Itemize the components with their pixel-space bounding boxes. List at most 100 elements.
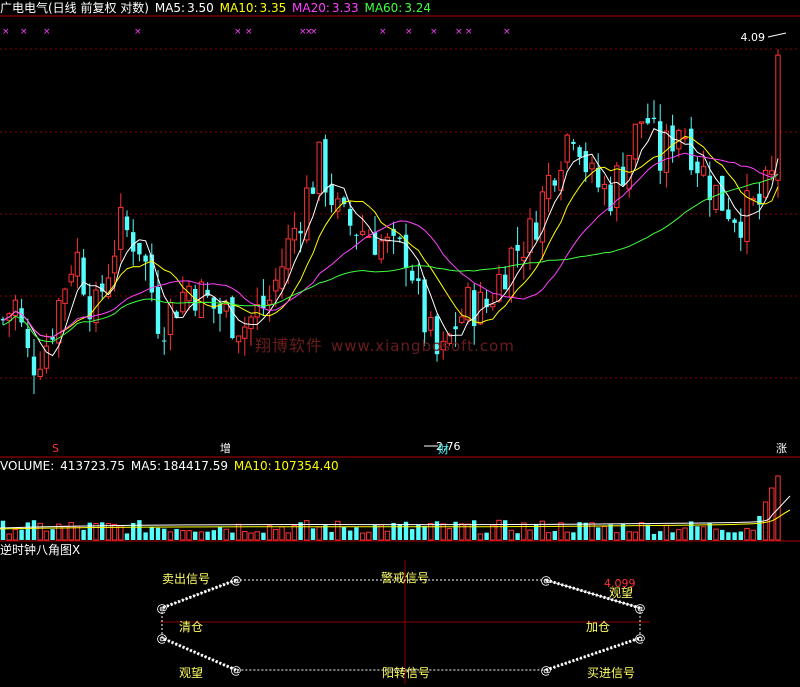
candle-body-64 — [397, 237, 402, 239]
candle-body-50 — [310, 187, 316, 194]
volume-bar-110 — [682, 527, 688, 541]
candle-body-38 — [235, 335, 242, 343]
volume-bar-39 — [242, 531, 248, 541]
candle-body-94 — [583, 151, 588, 173]
volume-bar-63 — [391, 522, 396, 540]
indicator-value: 4.099 — [604, 577, 636, 590]
candle-body-86 — [534, 222, 539, 240]
volume-bar-121 — [750, 529, 756, 541]
signal-mark-2: × — [43, 27, 51, 37]
indicator-panel[interactable]: @ @ @ @ @ @ @ @ 逆时钟八角图X 卖出信号 警戒信号 观望 4.099 清仓 加… — [0, 542, 800, 684]
candle-body-75 — [465, 286, 471, 321]
candle-body-65 — [403, 234, 409, 268]
ma60-value: 3.24 — [404, 1, 432, 15]
event-marker-s: S — [52, 442, 59, 455]
volume-bar-99 — [614, 532, 620, 541]
price-panel[interactable]: × × × × × × × × × × × × × × × 4.09 2.76 S 增财涨 广电电气(日线 前复权 … — [0, 0, 800, 458]
candle-body-80 — [496, 273, 502, 302]
volume-bar-47 — [291, 525, 298, 541]
candle-body-42 — [261, 295, 266, 309]
candle-body-102 — [632, 123, 639, 160]
volume-bar-114 — [707, 523, 712, 540]
candle-body-73 — [453, 326, 458, 330]
candle-body-29 — [180, 291, 186, 313]
signal-mark-11: × — [430, 27, 438, 37]
candle-body-88 — [545, 174, 552, 200]
watch-bottom-label: 观望 — [179, 666, 204, 680]
price-chart[interactable]: × × × × × × ××× × × × × × × 4.092.76S 增财涨 — [0, 0, 800, 458]
ma5-label: MA5: — [154, 1, 186, 15]
volume-bar-14 — [87, 522, 92, 540]
volume-bar-84 — [521, 522, 527, 541]
volume-ma5-value: 184417.59 — [163, 459, 229, 473]
candle-body-74 — [459, 316, 465, 323]
volume-bar-88 — [545, 532, 552, 541]
volume-bar-40 — [248, 532, 254, 541]
volume-bar-26 — [162, 528, 167, 540]
volume-bar-92 — [571, 532, 576, 540]
candle-body-37 — [230, 297, 235, 339]
candle-body-45 — [279, 266, 285, 289]
candle-body-124 — [769, 170, 775, 175]
candle-body-13 — [81, 257, 86, 295]
signal-mark-0: × — [2, 27, 10, 37]
octagon-node-3: @ — [635, 632, 646, 645]
signal-mark-3: × — [134, 27, 142, 37]
candle-body-106 — [658, 121, 663, 171]
volume-bar-7 — [43, 530, 50, 541]
ma60-line — [2, 173, 779, 343]
volume-bar-30 — [186, 530, 192, 541]
octagon-diagram: @ @ @ @ @ @ @ @ — [157, 560, 650, 684]
volume-bar-108 — [670, 532, 675, 540]
ma10-label: MA10: — [219, 1, 258, 15]
volume-bar-86 — [534, 524, 539, 540]
watermark-cn: 翔博软件 — [255, 336, 324, 355]
octagon-node-0: @ — [231, 574, 242, 587]
volume-bar-6 — [37, 522, 43, 541]
octagon-outline — [161, 579, 641, 671]
candle-body-81 — [503, 274, 508, 290]
candle-body-40 — [248, 316, 254, 330]
ma10-value: 3.35 — [259, 1, 287, 15]
price-title: 广电电气(日线 前复权 对数) — [0, 1, 149, 15]
candle-body-23 — [143, 255, 148, 262]
candle-body-21 — [131, 232, 136, 252]
volume-bar-101 — [626, 531, 632, 541]
candle-body-52 — [323, 139, 328, 193]
volume-bar-4 — [25, 522, 30, 540]
ma20-value: 3.33 — [331, 1, 359, 15]
candle-body-12 — [74, 251, 81, 277]
volume-bar-50 — [310, 528, 316, 540]
volume-bar-13 — [81, 529, 86, 540]
event-marker-zeng: 增 — [220, 441, 231, 455]
volume-bar-113 — [700, 526, 707, 541]
volume-bar-62 — [384, 530, 391, 541]
candle-body-69 — [428, 316, 434, 331]
candle-body-118 — [732, 219, 737, 223]
candle-body-10 — [62, 288, 68, 304]
volume-bar-52 — [323, 525, 328, 540]
volume-bar-60 — [372, 525, 378, 540]
volume-header: VOLUME: 413723.75 MA5: 184417.59 MA10: 107… — [0, 458, 341, 474]
yang-signal-label: 阳转信号 — [382, 666, 431, 680]
signal-mark-9: × — [379, 27, 387, 37]
candle-body-11 — [68, 273, 74, 283]
candle-body-46 — [285, 238, 291, 270]
volume-panel[interactable]: VOLUME: 413723.75 MA5: 184417.59 MA10: 107… — [0, 458, 800, 542]
candle-body-57 — [354, 234, 359, 236]
candle-body-4 — [25, 328, 30, 349]
candle-body-61 — [378, 240, 384, 260]
signal-mark-5: × — [245, 27, 253, 37]
signal-mark-13: × — [465, 27, 473, 37]
volume-bar-33 — [205, 531, 210, 540]
volume-bar-5 — [31, 520, 37, 540]
volume-bar-122 — [757, 516, 762, 540]
volume-bar-115 — [713, 528, 719, 541]
ma20-label: MA20: — [292, 1, 330, 15]
candle-body-32 — [198, 281, 205, 319]
octagon-node-6: @ — [157, 632, 168, 645]
volume-bar-35 — [217, 527, 223, 540]
volume-ma5-label: MA5: — [130, 459, 162, 473]
signal-mark-8: × — [310, 27, 318, 37]
volume-bar-80 — [496, 519, 502, 541]
